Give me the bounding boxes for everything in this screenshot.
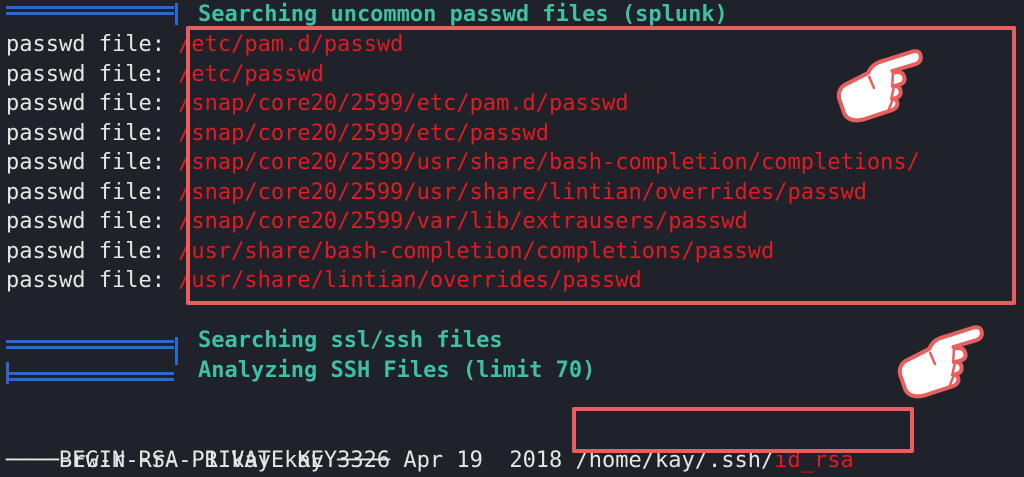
passwd-file-label: passwd file: xyxy=(6,238,179,264)
id-rsa-highlight-box xyxy=(572,407,914,453)
passwd-file-label: passwd file: xyxy=(6,209,179,234)
passwd-file-label: passwd file: xyxy=(6,61,179,87)
section-subtitle-ssh-analyze: Analyzing SSH Files (limit 70) xyxy=(198,358,596,383)
terminal-window: Searching uncommon passwd files (splunk)… xyxy=(0,0,1024,477)
pointing-hand-icon xyxy=(897,325,984,399)
section-marker-ssl-ssh xyxy=(6,337,178,365)
passwd-file-label: passwd file: xyxy=(6,150,179,175)
section-title-ssl-ssh: Searching ssl/ssh files xyxy=(198,328,503,353)
passwd-file-label: passwd file: xyxy=(6,91,179,116)
passwd-file-label: passwd file: xyxy=(6,120,179,146)
section-marker-ssl-ssh-lower xyxy=(6,362,178,384)
passwd-file-label: passwd file: xyxy=(6,32,179,57)
passwd-file-label: passwd file: xyxy=(6,268,179,293)
rsa-begin-line: ────BEGIN RSA PRIVATE KEY──── xyxy=(6,448,391,473)
section-marker-uncommon-passwd xyxy=(6,3,178,25)
passwd-file-label: passwd file: xyxy=(6,179,179,205)
